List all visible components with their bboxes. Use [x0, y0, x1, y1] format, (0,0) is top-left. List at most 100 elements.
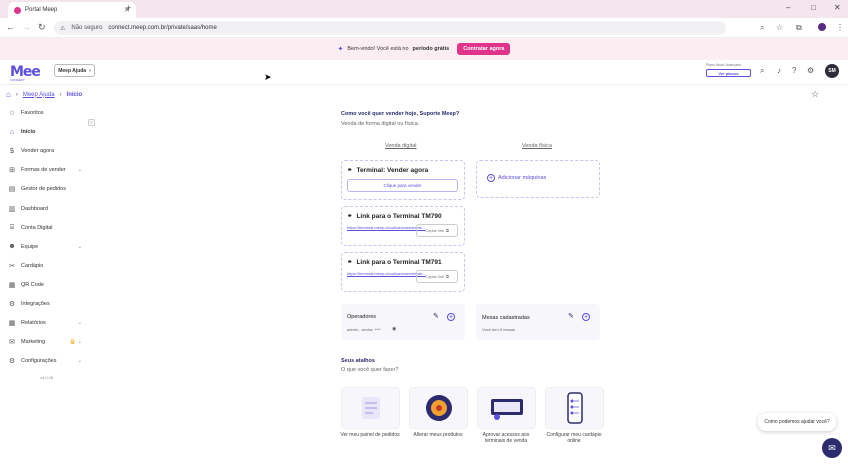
bookmark-star-icon[interactable]: ☆	[776, 23, 783, 32]
sidebar-item[interactable]: ⌂ Início	[7, 126, 82, 138]
terminal-link-url-2[interactable]: https://terminal.meep.cloud/saveacenfant…	[347, 271, 426, 276]
header-divider	[0, 84, 848, 85]
url-field[interactable]: ⚠ Não seguro connect.meep.com.br/private…	[54, 21, 726, 35]
collapse-sidebar-icon[interactable]: ≡	[88, 119, 95, 126]
meep-help-button[interactable]: Meep Ajuda ›	[54, 64, 95, 77]
marketing-icon: ✉	[9, 339, 15, 347]
home-icon[interactable]: ⌂	[6, 90, 11, 99]
menu-icon: ✂	[9, 262, 15, 270]
sell-question-title: Como você quer vender hoje, Suporte Meep…	[341, 111, 460, 117]
show-password-icon[interactable]: ◉	[392, 326, 396, 332]
reports-icon: ▦	[8, 320, 16, 328]
minimize-button[interactable]: –	[786, 3, 790, 12]
shortcut-menu-label[interactable]: Configurar meu cardápio online	[543, 432, 605, 444]
favorite-star-icon[interactable]: ☆	[811, 89, 819, 100]
sparkle-icon: ✦	[337, 46, 344, 53]
sidebar-item[interactable]: ⌸ Conta Digital	[7, 222, 82, 234]
sidebar-item[interactable]: ▦ QR Code	[7, 279, 82, 291]
sidebar-item-label: Início	[21, 129, 36, 136]
chevron-down-icon[interactable]: ⌄	[78, 339, 82, 345]
search-icon[interactable]: ⌕	[760, 66, 764, 76]
terminal-link-url-1[interactable]: https://terminal.meep.cloud/saveacenfant…	[347, 225, 426, 230]
sidebar-item[interactable]: ▦ Relatórios ⌄	[7, 317, 82, 329]
chat-prompt-bubble[interactable]: Como podemos ajudar você?	[758, 413, 836, 431]
shortcut-orders-card[interactable]	[341, 387, 400, 429]
copy-link-button-2[interactable]: Copiar link ⧉	[416, 270, 458, 283]
sidebar-item[interactable]: ✉ Marketing ♛ ⌄	[7, 336, 82, 348]
sidebar-item[interactable]: ⚙ Integrações	[7, 298, 82, 310]
browser-menu-icon[interactable]: ⋮	[836, 23, 844, 32]
new-tab-button[interactable]: +	[126, 3, 131, 13]
close-window-button[interactable]: ✕	[834, 3, 841, 12]
sidebar-item[interactable]: ⊞ Formas de vender ⌄	[7, 164, 82, 176]
tab-physical[interactable]: Venda física	[522, 143, 552, 149]
sidebar-item-label: Vender agora	[21, 148, 55, 155]
edit-operators-icon[interactable]: ✎	[433, 312, 439, 320]
gear-icon[interactable]: ⚙	[807, 66, 814, 75]
qrcode-icon: ▦	[8, 281, 16, 289]
favicon-icon	[14, 6, 21, 14]
home-icon: ⌂	[9, 128, 15, 136]
breadcrumb-meep-ajuda[interactable]: Meep Ajuda	[23, 92, 55, 98]
click-to-sell-button[interactable]: Clique para vender	[347, 179, 458, 192]
chevron-down-icon[interactable]: ⌄	[78, 320, 82, 326]
link-icon: ⚭	[347, 259, 353, 266]
chevron-right-icon: ›	[89, 67, 91, 74]
contract-now-button[interactable]: Contratar agora	[457, 43, 511, 55]
notification-bell-icon[interactable]: ♪	[777, 66, 781, 75]
copy-icon: ⧉	[446, 274, 449, 279]
extensions-icon[interactable]: ⧉	[796, 23, 802, 33]
shortcut-terminals-card[interactable]	[477, 387, 536, 429]
chevron-down-icon[interactable]: ⌄	[78, 167, 82, 173]
edit-tables-icon[interactable]: ✎	[568, 312, 574, 320]
shortcut-menu-card[interactable]	[545, 387, 604, 429]
breadcrumb: ⌂ › Meep Ajuda › Início	[6, 90, 82, 99]
browser-tab[interactable]: Portal Meep ✕	[8, 2, 136, 18]
add-machines-action[interactable]: + Adicionar máquinas	[487, 174, 546, 182]
sidebar-item[interactable]: ⚙ Configurações ⌄	[7, 355, 82, 367]
app-version: v4.0.26	[40, 375, 54, 380]
chevron-down-icon[interactable]: ⌄	[78, 358, 82, 364]
back-icon[interactable]: ←	[6, 22, 15, 32]
forward-icon[interactable]: →	[22, 22, 31, 32]
sidebar-item-label: Marketing	[21, 339, 46, 346]
profile-avatar-icon[interactable]	[818, 23, 826, 31]
help-icon[interactable]: ?	[792, 66, 796, 75]
copy-link-button-1[interactable]: Copiar link ⧉	[416, 224, 458, 237]
reload-icon[interactable]: ↻	[38, 22, 46, 33]
sidebar-item[interactable]: ☆ Favoritos	[7, 107, 82, 119]
shortcut-products-label[interactable]: Alterar meus produtos	[407, 432, 469, 438]
phone-illustration-icon	[566, 392, 583, 424]
add-operator-icon[interactable]: +	[447, 313, 455, 321]
user-avatar[interactable]: SM	[825, 64, 839, 78]
shortcut-products-card[interactable]	[409, 387, 468, 429]
sidebar-item[interactable]: ☻ Equipe ⌄	[7, 241, 82, 253]
copy-icon: ⧉	[446, 228, 449, 233]
sidebar-item[interactable]: ▤ Gestor de pedidos	[7, 183, 82, 195]
terminal-sell-label: Terminal: Vender agora	[356, 166, 429, 174]
trial-banner: ✦ Bem-vindo! Você está no período grátis…	[0, 38, 848, 60]
orders-illustration-icon	[361, 397, 380, 419]
zoom-icon[interactable]: ⌕	[760, 23, 764, 33]
sidebar-item-label: Cardápio	[21, 262, 44, 269]
view-plans-button[interactable]: Ver planos	[706, 69, 751, 77]
shortcut-terminals-label[interactable]: Aprovar acessos aos terminais de venda	[475, 432, 537, 444]
add-table-icon[interactable]: +	[582, 313, 590, 321]
premium-crown-icon: ♛	[69, 339, 76, 347]
shortcut-orders-label[interactable]: Ver meu painel de pedidos	[339, 432, 401, 438]
breadcrumb-separator-icon: ›	[59, 91, 62, 98]
banner-bold: período grátis	[412, 46, 450, 52]
sidebar-item[interactable]: ✂ Cardápio	[7, 260, 82, 272]
sidebar-item-label: Favoritos	[21, 110, 44, 116]
chat-button[interactable]: ✉	[822, 438, 842, 458]
sidebar-item-label: QR Code	[21, 281, 44, 288]
sidebar-item[interactable]: ▥ Dashboard	[7, 203, 82, 215]
breadcrumb-separator-icon: ›	[15, 91, 18, 98]
logo-subtitle: CONNECT	[10, 78, 25, 82]
chevron-down-icon[interactable]: ⌄	[78, 244, 82, 250]
operators-line: admin - senha: ****	[347, 327, 381, 332]
sidebar-item[interactable]: $ Vender agora	[7, 145, 82, 157]
maximize-button[interactable]: □	[811, 3, 816, 12]
tab-digital[interactable]: Venda digital	[385, 143, 417, 149]
sidebar-item-label: Formas de vender	[21, 167, 66, 174]
